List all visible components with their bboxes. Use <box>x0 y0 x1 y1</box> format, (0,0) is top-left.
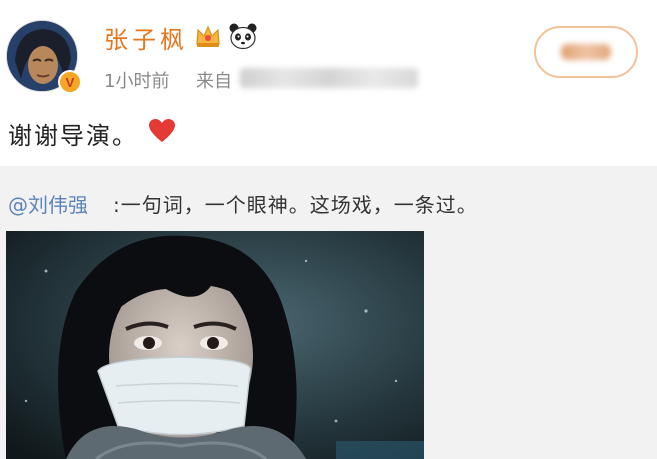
post-text: 谢谢导演。 <box>8 122 138 150</box>
vip-crown-icon <box>196 25 220 47</box>
source-app-blurred <box>240 68 418 88</box>
avatar-container[interactable]: V <box>6 20 84 98</box>
weibo-post: V 张子枫 1小时前 来自 谢谢导演。 @刘伟强 :一句词，一个眼神。这场戏，一… <box>0 0 657 459</box>
panda-icon <box>229 23 257 50</box>
movie-still-image <box>6 231 424 459</box>
repost-author-mention[interactable]: @刘伟强 <box>8 189 88 218</box>
heart-icon <box>149 119 175 142</box>
repost-image[interactable] <box>6 231 424 459</box>
repost-text: :一句词，一个眼神。这场戏，一条过。 <box>113 193 478 217</box>
follow-label-blurred <box>561 44 611 60</box>
follow-button[interactable] <box>534 26 638 78</box>
source-label: 来自 <box>196 71 232 92</box>
post-time: 1小时前 <box>104 71 170 92</box>
username[interactable]: 张子枫 <box>104 20 188 55</box>
verified-badge-icon: V <box>58 70 82 94</box>
